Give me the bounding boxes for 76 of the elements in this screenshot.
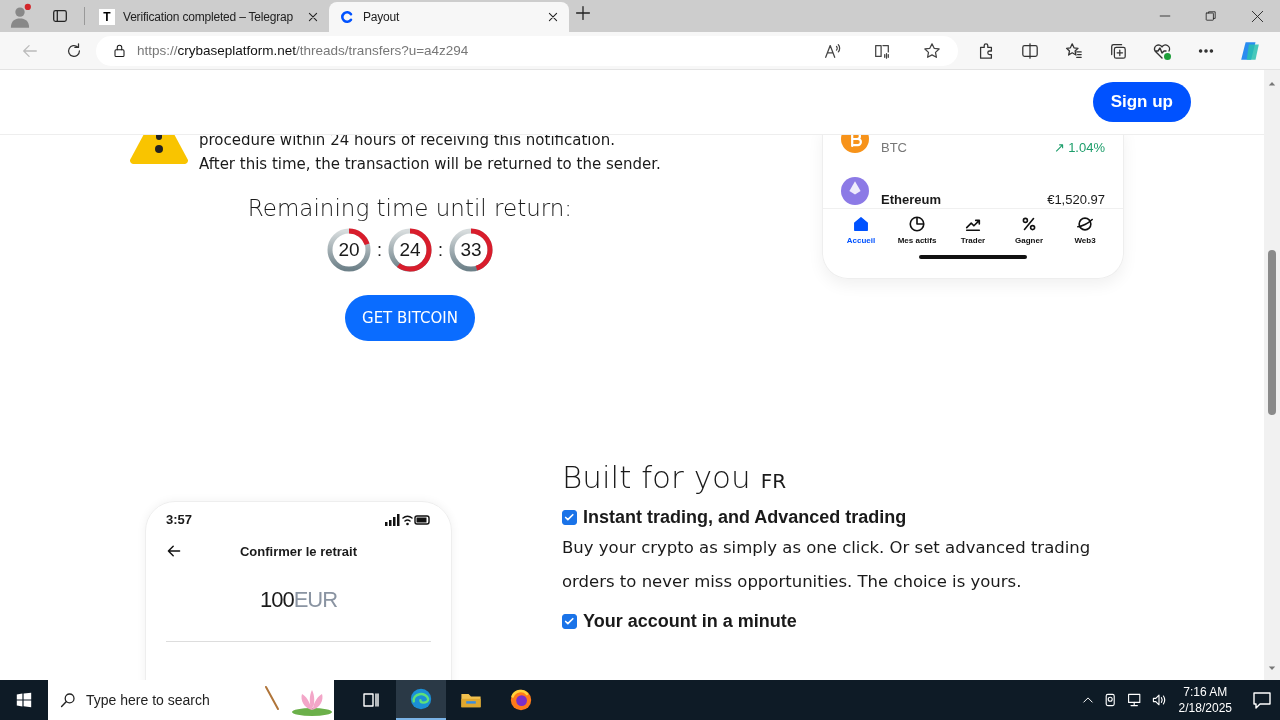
countdown-value: 20 [338,239,360,261]
address-bar[interactable]: https://crybaseplatform.net/threads/transfers?u=a4z294 [96,35,958,66]
feature-title: Instant trading, and Advanced trading [583,507,907,528]
extensions-icon[interactable] [977,41,995,60]
percent-icon[interactable] [1020,215,1038,233]
new-tab-icon[interactable] [575,5,591,21]
nav-tab[interactable]: Gagner [1002,215,1056,245]
notice-text: After this time, the transaction will be returned to the sender. [199,154,661,175]
clock-time: 7:16 AM [1183,684,1228,700]
nav-tab[interactable]: Accueil [834,215,888,245]
get-bitcoin-button[interactable]: GET BITCOIN [345,295,475,341]
time-separator: : [438,239,443,261]
status-icons [385,513,431,526]
checkbox[interactable] [562,510,577,525]
close-icon[interactable] [547,11,559,23]
section-title: Built for you [562,459,751,495]
language-label: FR [760,469,787,493]
countdown-value: 24 [399,239,421,261]
sign-up-button[interactable]: Sign up [1092,82,1191,122]
network-icon[interactable] [1126,692,1143,708]
nav-tab[interactable]: Trader [946,215,1000,245]
checkbox[interactable] [562,614,577,629]
ethereum-coin-icon [841,177,869,205]
read-aloud-icon[interactable] [823,41,841,60]
search-icon [60,692,76,708]
scroll-down-icon[interactable] [1268,664,1276,672]
coin-logo-icon [339,9,355,25]
feature-title: Your account in a minute [583,611,797,632]
check-icon [564,512,575,523]
scroll-thumb[interactable] [1268,250,1276,415]
planet-icon[interactable] [1076,215,1094,233]
countdown-ring [326,227,372,273]
clock-date: 2/18/2025 [1178,700,1232,716]
browser-tab[interactable]: Payout [329,2,569,32]
restore-icon[interactable] [1205,10,1217,22]
countdown-ring [448,227,494,273]
countdown-ring [387,227,433,273]
split-screen-icon[interactable] [1021,41,1039,60]
windows-start-icon[interactable] [16,692,32,708]
collections-icon[interactable] [1109,41,1127,60]
taskbar-search-field[interactable]: Type here to search [48,680,334,720]
countdown-title: Remaining time until return: [247,195,573,221]
back-arrow-icon[interactable] [166,543,182,559]
copilot-icon[interactable] [1239,39,1261,62]
edge-browser-icon[interactable] [409,687,433,711]
home-icon[interactable] [852,215,870,233]
pie-chart-icon[interactable] [908,215,926,233]
refresh-icon[interactable] [65,41,83,60]
scroll-up-icon[interactable] [1268,80,1276,88]
scrollbar[interactable] [1264,70,1280,680]
nav-tab[interactable]: Web3 [1058,215,1112,245]
close-icon[interactable] [307,11,319,23]
task-view-icon[interactable] [361,690,381,710]
nav-tab[interactable]: Mes actifs [890,215,944,245]
favorite-star-icon[interactable] [923,41,941,60]
coin-price: €1,520.97 [1047,192,1105,207]
coin-ticker: BTC [881,140,907,155]
favorites-list-icon[interactable] [1065,41,1083,60]
browser-tab[interactable]: T Verification completed – Telegrap [89,2,329,32]
screen-title: Confirmer le retrait [238,543,358,559]
feature-description: Buy your crypto as simply as one click. Or set advanced trading orders to never miss opportunities. The choice is yours. [562,537,1092,593]
time-separator: : [377,239,382,261]
notifications-icon[interactable] [1252,690,1272,710]
firefox-icon[interactable] [509,688,533,712]
price-change: ↗ 1.04% [1053,140,1105,155]
check-icon [564,616,575,627]
status-time: 3:57 [166,512,194,527]
withdraw-amount: 100EUR [258,587,339,613]
countdown-value: 33 [460,239,482,261]
lock-icon [112,43,127,58]
coin-name: Ethereum [881,192,941,207]
tab-actions-icon[interactable] [51,7,69,25]
taskbar-app[interactable] [396,680,446,720]
tab-favicon: T [99,9,115,25]
close-icon[interactable] [1250,9,1264,23]
volume-icon[interactable] [1150,692,1167,708]
